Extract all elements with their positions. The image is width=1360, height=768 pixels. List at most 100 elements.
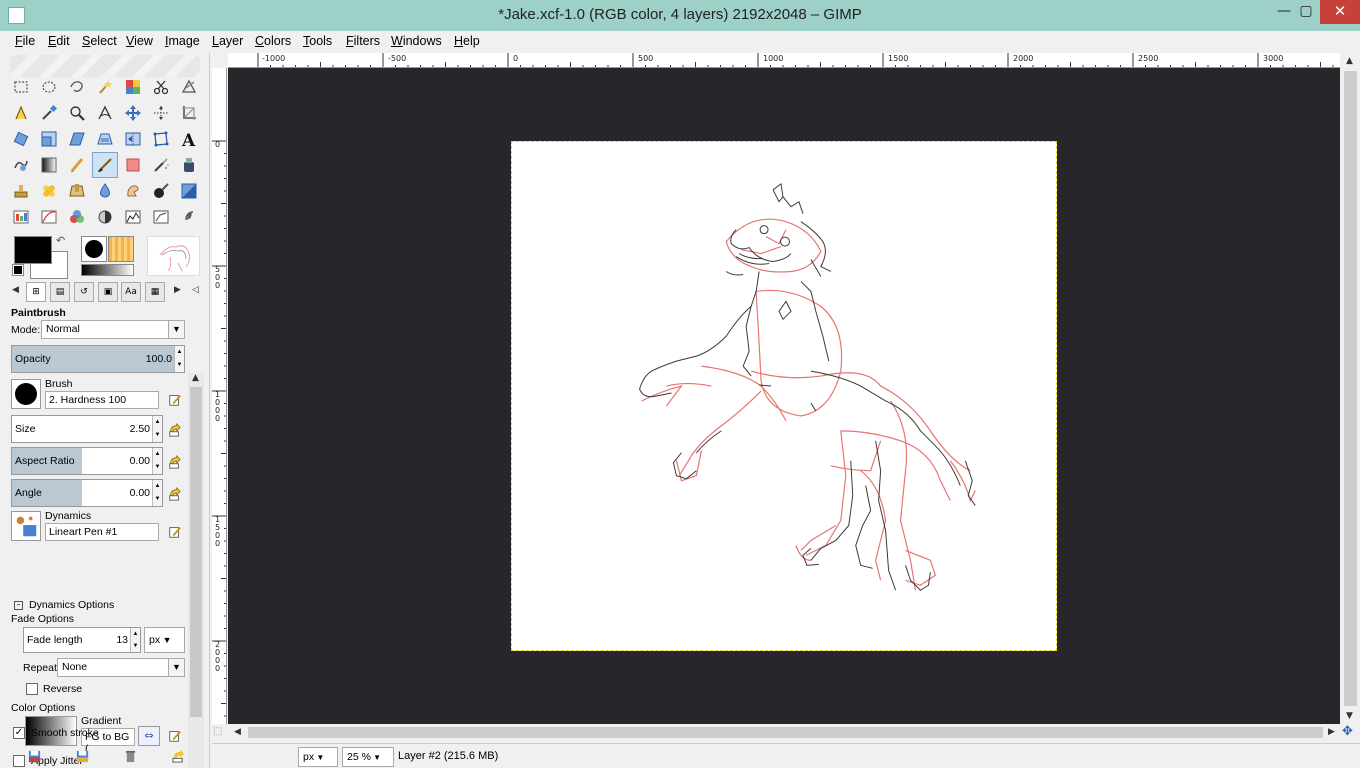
edit-gradient-icon[interactable] <box>167 728 183 744</box>
navigate-icon[interactable]: ✥ <box>1342 724 1353 739</box>
scroll-down-icon[interactable]: ▼ <box>1346 711 1353 721</box>
brush-name-field[interactable]: 2. Hardness 100 <box>45 391 159 409</box>
dynamics-options-expander-icon[interactable]: – <box>14 601 23 610</box>
repeat-dropdown[interactable]: None ▼ <box>57 658 185 677</box>
color-balance-icon[interactable] <box>66 206 88 228</box>
fade-length-spinner[interactable]: ▲ ▼ <box>130 628 140 652</box>
reverse-checkbox[interactable] <box>26 683 38 695</box>
smooth-stroke-checkbox[interactable]: ✓ <box>13 727 25 739</box>
color-picker-icon[interactable] <box>38 102 60 124</box>
menu-image[interactable]: Image <box>165 34 200 48</box>
edit-brush-icon[interactable] <box>167 392 183 408</box>
tab-patterns[interactable]: ▦ <box>145 282 165 302</box>
reverse-gradient-icon[interactable]: ⇔ <box>138 726 160 746</box>
menu-windows[interactable]: Windows <box>391 34 442 48</box>
size-spinner[interactable]: ▲ ▼ <box>152 416 162 442</box>
reset-aspect-ratio-icon[interactable] <box>167 454 183 470</box>
tool-options-scrollbar[interactable]: ▲ ▼ <box>188 373 204 768</box>
menu-select[interactable]: Select <box>82 34 117 48</box>
close-button[interactable]: ✕ <box>1320 0 1360 24</box>
airbrush-icon[interactable] <box>150 154 172 176</box>
unit-dropdown[interactable]: px ▼ <box>298 747 338 767</box>
active-gradient-preview[interactable] <box>81 264 134 276</box>
swap-colors-icon[interactable]: ↶ <box>56 234 65 247</box>
maximize-button[interactable]: ▢ <box>1292 0 1320 24</box>
scroll-left-icon[interactable]: ◀ <box>234 727 241 737</box>
angle-slider[interactable]: Angle 0.00 ▲ ▼ <box>11 479 163 507</box>
zoom-dropdown[interactable]: 25 % ▼ <box>342 747 394 767</box>
spiral-icon[interactable] <box>178 206 200 228</box>
foreground-color-swatch[interactable] <box>14 236 52 264</box>
threshold-icon[interactable] <box>122 206 144 228</box>
fade-unit-dropdown[interactable]: px ▼ <box>144 627 185 653</box>
dynamics-name-field[interactable]: Lineart Pen #1 <box>45 523 159 541</box>
menu-view[interactable]: View <box>126 34 153 48</box>
tabs-scroll-left-icon[interactable]: ◀ <box>12 285 19 295</box>
menu-tools[interactable]: Tools <box>303 34 332 48</box>
text-icon[interactable]: A <box>178 128 200 150</box>
paintbrush-icon[interactable] <box>92 152 118 178</box>
rect-select-icon[interactable] <box>10 76 32 98</box>
reset-size-icon[interactable] <box>167 422 183 438</box>
dodge-burn-icon[interactable] <box>150 180 172 202</box>
pencil-icon[interactable] <box>66 154 88 176</box>
menu-file[interactable]: File <box>15 34 35 48</box>
horizontal-scrollbar[interactable]: ◀ ▶ <box>228 724 1340 741</box>
tabs-scroll-right-icon[interactable]: ▶ <box>174 285 181 295</box>
free-select-icon[interactable] <box>66 76 88 98</box>
move-icon[interactable] <box>122 102 144 124</box>
angle-spinner[interactable]: ▲ ▼ <box>152 480 162 506</box>
scroll-up-icon[interactable]: ▲ <box>1346 56 1353 66</box>
canvas-viewport[interactable] <box>228 68 1340 724</box>
foreground-select-icon[interactable] <box>178 76 200 98</box>
active-pattern-preview[interactable] <box>108 236 134 262</box>
dynamics-button[interactable] <box>11 511 41 541</box>
align-icon[interactable] <box>150 102 172 124</box>
opacity-spinner[interactable]: ▲ ▼ <box>174 346 184 372</box>
ellipse-select-icon[interactable] <box>38 76 60 98</box>
tab-undo-history[interactable]: ↺ <box>74 282 94 302</box>
active-image-thumbnail[interactable] <box>147 236 200 276</box>
flip-icon[interactable] <box>122 128 144 150</box>
brush-button[interactable] <box>11 379 41 409</box>
reset-options-icon[interactable] <box>172 750 185 766</box>
edit-dynamics-icon[interactable] <box>167 524 183 540</box>
reset-angle-icon[interactable] <box>167 486 183 502</box>
quick-mask-icon[interactable]: ⬚ <box>213 726 222 737</box>
horizontal-ruler[interactable]: -1000 -500 0 500 1000 1500 2000 2500 300… <box>228 53 1340 68</box>
blend-icon[interactable] <box>38 154 60 176</box>
rotate-icon[interactable] <box>10 128 32 150</box>
perspective-icon[interactable] <box>94 128 116 150</box>
levels-icon[interactable] <box>10 206 32 228</box>
bucket-fill-icon[interactable] <box>178 180 200 202</box>
eraser-icon[interactable] <box>122 154 144 176</box>
fade-length-slider[interactable]: Fade length 13 ▲ ▼ <box>23 627 141 653</box>
aspect-ratio-slider[interactable]: Aspect Ratio 0.00 ▲ ▼ <box>11 447 163 475</box>
paths-icon[interactable] <box>10 102 32 124</box>
smudge-icon[interactable] <box>122 180 144 202</box>
menu-layer[interactable]: Layer <box>212 34 243 48</box>
scale-icon[interactable] <box>38 128 60 150</box>
apply-jitter-checkbox[interactable] <box>13 755 25 767</box>
vertical-scroll-thumb[interactable] <box>1344 71 1357 706</box>
select-by-color-icon[interactable] <box>122 76 144 98</box>
scroll-right-icon[interactable]: ▶ <box>1328 727 1335 737</box>
menu-edit[interactable]: Edit <box>48 34 70 48</box>
restore-options-icon[interactable] <box>76 750 89 766</box>
image-canvas[interactable] <box>511 141 1057 651</box>
posterize-icon[interactable] <box>150 206 172 228</box>
hue-saturation-icon[interactable] <box>94 206 116 228</box>
clone-icon[interactable] <box>10 180 32 202</box>
scissors-icon[interactable] <box>150 76 172 98</box>
menu-colors[interactable]: Colors <box>255 34 291 48</box>
cage-icon[interactable] <box>150 128 172 150</box>
tab-fonts[interactable]: Aa <box>121 282 141 302</box>
aspect-ratio-spinner[interactable]: ▲ ▼ <box>152 448 162 474</box>
horizontal-scroll-thumb[interactable] <box>248 727 1323 738</box>
opacity-slider[interactable]: Opacity 100.0 ▲ ▼ <box>11 345 185 373</box>
fuzzy-select-icon[interactable] <box>94 76 116 98</box>
warp-icon[interactable] <box>10 154 32 176</box>
menu-help[interactable]: Help <box>454 34 480 48</box>
tab-device-status[interactable]: ▤ <box>50 282 70 302</box>
tab-images[interactable]: ▣ <box>98 282 118 302</box>
